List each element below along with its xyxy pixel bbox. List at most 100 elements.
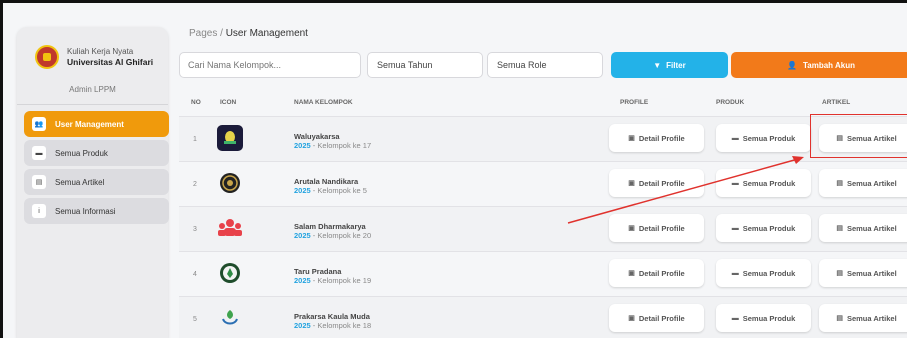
semua-produk-button[interactable]: ▬ Semua Produk xyxy=(716,124,811,152)
breadcrumb-root[interactable]: Pages xyxy=(189,28,217,39)
filter-icon: ▼ xyxy=(653,60,662,70)
breadcrumb: Pages / User Management xyxy=(189,28,308,39)
group-logo-icon xyxy=(217,170,243,196)
sidebar-item-label: Semua Informasi xyxy=(55,206,116,216)
group-name: Salam Dharmakarya xyxy=(294,222,366,231)
table-body: 1 Waluyakarsa 2025 - Kelompok ke 17 ▣ Det… xyxy=(179,116,907,338)
group-year: 2025 xyxy=(294,231,311,240)
product-icon: ▬ xyxy=(32,146,46,160)
sidebar-item-semua-artikel[interactable]: ▤ Semua Artikel xyxy=(24,169,169,195)
detail-profile-button[interactable]: ▣ Detail Profile xyxy=(609,259,704,287)
brand-subtitle: Kuliah Kerja Nyata xyxy=(67,47,134,56)
header-icon: ICON xyxy=(220,99,237,106)
group-year: 2025 xyxy=(294,321,311,330)
article-icon: ▤ xyxy=(836,180,843,187)
group-name: Taru Pradana xyxy=(294,267,342,276)
product-icon: ▬ xyxy=(731,269,739,277)
group-logo-icon xyxy=(217,305,243,331)
id-card-icon: ▣ xyxy=(628,315,635,322)
detail-profile-button[interactable]: ▣ Detail Profile xyxy=(609,124,704,152)
row-number: 2 xyxy=(193,181,197,188)
product-icon: ▬ xyxy=(731,134,739,142)
table-row: 2 Arutala Nandikara 2025 - Kelompok ke 5… xyxy=(179,161,907,206)
table-header: NO ICON NAMA KELOMPOK PROFILE PRODUK ART… xyxy=(179,99,907,113)
group-logo-icon xyxy=(217,260,243,286)
product-icon: ▬ xyxy=(731,314,739,322)
semua-produk-button[interactable]: ▬ Semua Produk xyxy=(716,169,811,197)
header-produk: PRODUK xyxy=(716,99,745,106)
add-account-label: Tambah Akun xyxy=(802,60,855,70)
header-name: NAMA KELOMPOK xyxy=(294,99,353,106)
role-label: Admin LPPM xyxy=(69,85,116,94)
users-icon: 👥 xyxy=(32,117,46,131)
product-icon: ▬ xyxy=(731,179,739,187)
group-year: 2025 xyxy=(294,276,311,285)
semua-artikel-button[interactable]: ▤ Semua Artikel xyxy=(819,214,907,242)
group-number: - Kelompok ke 17 xyxy=(310,141,372,150)
group-name: Prakarsa Kaula Muda xyxy=(294,312,370,321)
role-select[interactable]: Semua Role xyxy=(487,52,603,78)
group-number: - Kelompok ke 5 xyxy=(310,186,367,195)
article-icon: ▤ xyxy=(836,315,843,322)
breadcrumb-separator: / xyxy=(220,28,223,39)
product-icon: ▬ xyxy=(731,224,739,232)
article-icon: ▤ xyxy=(32,175,46,189)
add-user-icon: 👤 xyxy=(787,60,797,70)
id-card-icon: ▣ xyxy=(628,180,635,187)
group-year: 2025 xyxy=(294,186,311,195)
header-profile: PROFILE xyxy=(620,99,649,106)
header-artikel: ARTIKEL xyxy=(822,99,851,106)
row-number: 4 xyxy=(193,271,197,278)
sidebar-item-user-management[interactable]: 👥 User Management xyxy=(24,111,169,137)
table-row: 5 Prakarsa Kaula Muda 2025 - Kelompok ke… xyxy=(179,296,907,338)
sidebar-item-label: Semua Artikel xyxy=(55,177,105,187)
detail-profile-button[interactable]: ▣ Detail Profile xyxy=(609,304,704,332)
id-card-icon: ▣ xyxy=(628,225,635,232)
group-year: 2025 xyxy=(294,141,311,150)
semua-artikel-button[interactable]: ▤ Semua Artikel xyxy=(819,169,907,197)
group-name: Waluyakarsa xyxy=(294,132,340,141)
university-logo-icon xyxy=(35,45,59,69)
table-row: 1 Waluyakarsa 2025 - Kelompok ke 17 ▣ Det… xyxy=(179,116,907,161)
row-number: 5 xyxy=(193,316,197,323)
group-logo-icon xyxy=(217,215,243,241)
table-row: 4 Taru Pradana 2025 - Kelompok ke 19 ▣ De… xyxy=(179,251,907,296)
search-input[interactable] xyxy=(179,52,361,78)
group-number: - Kelompok ke 20 xyxy=(310,231,372,240)
sidebar-item-label: Semua Produk xyxy=(55,148,108,158)
sidebar-item-semua-produk[interactable]: ▬ Semua Produk xyxy=(24,140,169,166)
id-card-icon: ▣ xyxy=(628,135,635,142)
detail-profile-button[interactable]: ▣ Detail Profile xyxy=(609,169,704,197)
group-number: - Kelompok ke 18 xyxy=(310,321,372,330)
semua-produk-button[interactable]: ▬ Semua Produk xyxy=(716,259,811,287)
group-number: - Kelompok ke 19 xyxy=(310,276,372,285)
group-logo-icon xyxy=(217,125,243,151)
semua-produk-button[interactable]: ▬ Semua Produk xyxy=(716,214,811,242)
id-card-icon: ▣ xyxy=(628,270,635,277)
semua-artikel-button[interactable]: ▤ Semua Artikel xyxy=(819,259,907,287)
info-icon: i xyxy=(32,204,46,218)
add-account-button[interactable]: 👤 Tambah Akun xyxy=(731,52,907,78)
row-number: 1 xyxy=(193,136,197,143)
semua-produk-button[interactable]: ▬ Semua Produk xyxy=(716,304,811,332)
header-no: NO xyxy=(191,99,201,106)
year-select[interactable]: Semua Tahun xyxy=(367,52,483,78)
sidebar-nav: 👥 User Management ▬ Semua Produk ▤ Semua… xyxy=(17,105,169,224)
annotation-highlight-box xyxy=(810,114,907,158)
app-frame: Kuliah Kerja Nyata Universitas Al Ghifar… xyxy=(0,0,907,338)
article-icon: ▤ xyxy=(836,225,843,232)
brand-title: Universitas Al Ghifari xyxy=(67,57,154,67)
article-icon: ▤ xyxy=(836,270,843,277)
group-name: Arutala Nandikara xyxy=(294,177,359,186)
sidebar-item-label: User Management xyxy=(55,119,124,129)
sidebar-item-semua-informasi[interactable]: i Semua Informasi xyxy=(24,198,169,224)
filter-button[interactable]: ▼ Filter xyxy=(611,52,728,78)
row-number: 3 xyxy=(193,226,197,233)
table-row: 3 Salam Dharmakarya 2025 - Kelompok ke 2… xyxy=(179,206,907,251)
brand: Kuliah Kerja Nyata Universitas Al Ghifar… xyxy=(17,27,168,73)
filter-label: Filter xyxy=(666,60,686,70)
sidebar: Kuliah Kerja Nyata Universitas Al Ghifar… xyxy=(17,27,169,338)
breadcrumb-current: User Management xyxy=(225,28,308,39)
detail-profile-button[interactable]: ▣ Detail Profile xyxy=(609,214,704,242)
semua-artikel-button[interactable]: ▤ Semua Artikel xyxy=(819,304,907,332)
